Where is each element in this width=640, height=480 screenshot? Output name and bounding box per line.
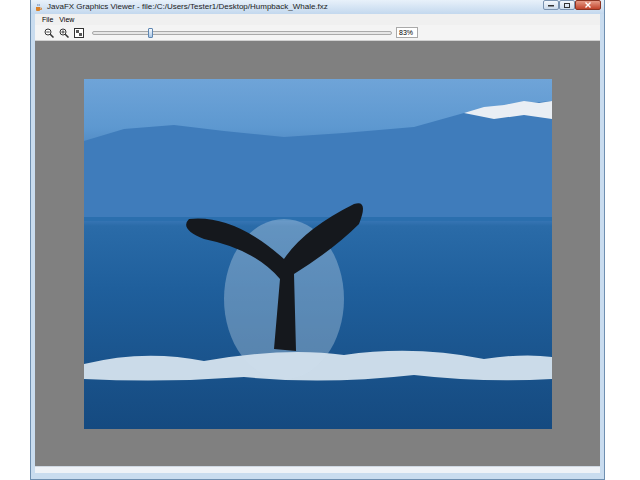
minimize-icon xyxy=(548,3,554,7)
window-title: JavaFX Graphics Viewer - file:/C:/Users/… xyxy=(47,0,328,14)
toolbar: 83% xyxy=(35,25,600,41)
menu-bar: File View xyxy=(35,14,600,25)
zoom-slider[interactable] xyxy=(92,31,392,35)
zoom-slider-thumb[interactable] xyxy=(148,28,153,38)
canvas-area xyxy=(35,41,600,466)
zoom-reading: 83% xyxy=(396,27,418,38)
close-button[interactable] xyxy=(575,0,601,10)
fit-button[interactable] xyxy=(73,27,84,38)
zoom-out-button[interactable] xyxy=(43,27,54,38)
title-bar: JavaFX Graphics Viewer - file:/C:/Users/… xyxy=(31,0,604,14)
close-icon xyxy=(585,2,591,8)
minimize-button[interactable] xyxy=(543,0,559,10)
whale-photo xyxy=(84,79,552,429)
zoom-in-button[interactable] xyxy=(58,27,69,38)
fit-icon xyxy=(74,28,84,38)
java-cup-icon xyxy=(34,3,43,12)
maximize-button[interactable] xyxy=(559,0,575,10)
menu-item[interactable]: File xyxy=(41,14,54,25)
menu-item[interactable]: View xyxy=(58,14,75,25)
status-bar xyxy=(35,466,600,473)
zoom-out-icon xyxy=(44,28,54,38)
viewer-window: JavaFX Graphics Viewer - file:/C:/Users/… xyxy=(30,0,605,480)
window-controls xyxy=(543,0,601,10)
maximize-icon xyxy=(564,3,570,8)
zoom-in-icon xyxy=(59,28,69,38)
